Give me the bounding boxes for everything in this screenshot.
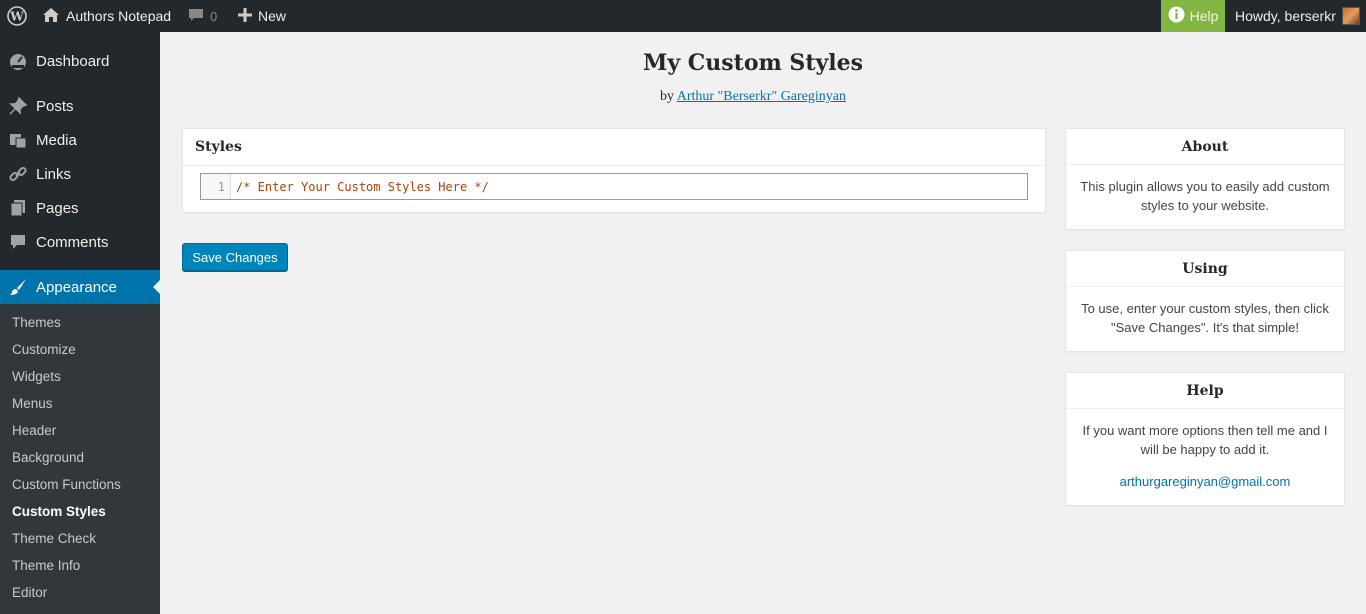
help-box-body: If you want more options then tell me an… bbox=[1066, 409, 1344, 491]
byline: by Arthur "Berserkr" Gareginyan bbox=[160, 89, 1346, 105]
sidebar-item-label: Dashboard bbox=[36, 52, 110, 70]
new-label: New bbox=[258, 8, 287, 24]
pin-icon bbox=[0, 97, 36, 115]
code-editor[interactable]: 1 /* Enter Your Custom Styles Here */ bbox=[200, 173, 1028, 200]
help-box: Help If you want more options then tell … bbox=[1065, 372, 1345, 506]
svg-text:W: W bbox=[9, 10, 24, 24]
comments-link[interactable]: 0 bbox=[188, 0, 217, 32]
admin-sidebar: Dashboard Posts Media Links Pages Commen… bbox=[0, 32, 160, 614]
about-box: About This plugin allows you to easily a… bbox=[1065, 128, 1345, 230]
sidebar-item-label: Appearance bbox=[36, 278, 117, 296]
sidebar-item-label: Links bbox=[36, 165, 72, 183]
sidebar-item-label: Pages bbox=[36, 199, 79, 217]
using-box-title: Using bbox=[1066, 251, 1344, 287]
comments-count: 0 bbox=[210, 8, 218, 24]
wordpress-logo-icon[interactable]: W bbox=[0, 0, 34, 32]
new-content-link[interactable]: New bbox=[238, 0, 286, 32]
comment-icon bbox=[0, 233, 36, 251]
account-menu[interactable]: Howdy, berserkr bbox=[1235, 0, 1360, 32]
sidebar-item-media[interactable]: Media bbox=[0, 123, 160, 157]
using-box: Using To use, enter your custom styles, … bbox=[1065, 250, 1345, 352]
styles-panel: Styles 1 /* Enter Your Custom Styles Her… bbox=[182, 128, 1046, 213]
byline-prefix: by bbox=[660, 89, 674, 104]
code-line[interactable]: /* Enter Your Custom Styles Here */ bbox=[231, 174, 1027, 199]
comment-icon bbox=[188, 7, 204, 26]
author-link[interactable]: Arthur "Berserkr" Gareginyan bbox=[677, 89, 846, 104]
submenu-item-menus[interactable]: Menus bbox=[12, 390, 53, 417]
email-link[interactable]: arthurgareginyan@gmail.com bbox=[1080, 472, 1330, 491]
submenu-item-theme-check[interactable]: Theme Check bbox=[12, 525, 96, 552]
save-changes-button[interactable]: Save Changes bbox=[182, 243, 288, 271]
submenu-item-background[interactable]: Background bbox=[12, 444, 84, 471]
using-box-text: To use, enter your custom styles, then c… bbox=[1081, 301, 1329, 335]
avatar bbox=[1341, 7, 1360, 25]
submenu-item-theme-info[interactable]: Theme Info bbox=[12, 552, 80, 579]
info-icon bbox=[1168, 6, 1185, 26]
submenu-item-custom-functions[interactable]: Custom Functions bbox=[12, 471, 121, 498]
sidebar-item-label: Media bbox=[36, 131, 77, 149]
line-number: 1 bbox=[201, 174, 231, 199]
link-icon bbox=[0, 165, 36, 183]
sidebar-item-pages[interactable]: Pages bbox=[0, 191, 160, 225]
page-title: My Custom Styles bbox=[642, 50, 864, 76]
sidebar-item-comments[interactable]: Comments bbox=[0, 225, 160, 259]
home-icon bbox=[42, 7, 60, 26]
submenu-item-header[interactable]: Header bbox=[12, 417, 56, 444]
sidebar-item-posts[interactable]: Posts bbox=[0, 89, 160, 123]
submenu-item-customize[interactable]: Customize bbox=[12, 336, 76, 363]
submenu-item-editor[interactable]: Editor bbox=[12, 579, 47, 606]
submenu-item-themes[interactable]: Themes bbox=[12, 309, 61, 336]
sidebar-item-label: Posts bbox=[36, 97, 74, 115]
admin-bar: W Authors Notepad 0 New Help Howdy, bers… bbox=[0, 0, 1366, 32]
sidebar-item-dashboard[interactable]: Dashboard bbox=[0, 44, 160, 78]
sidebar-item-label: Comments bbox=[36, 233, 109, 251]
help-button[interactable]: Help bbox=[1161, 0, 1225, 32]
about-box-title: About bbox=[1066, 129, 1344, 165]
howdy-text: Howdy, berserkr bbox=[1235, 8, 1336, 24]
site-name-link[interactable]: Authors Notepad bbox=[42, 0, 171, 32]
submenu-item-custom-styles[interactable]: Custom Styles bbox=[12, 498, 106, 525]
help-box-title: Help bbox=[1066, 373, 1344, 409]
site-name: Authors Notepad bbox=[66, 8, 172, 24]
media-icon bbox=[0, 131, 36, 149]
help-label: Help bbox=[1189, 8, 1219, 24]
styles-panel-title: Styles bbox=[183, 129, 1045, 166]
brush-icon bbox=[0, 278, 36, 296]
dashboard-icon bbox=[0, 52, 36, 70]
plus-icon bbox=[238, 7, 252, 25]
submenu-item-widgets[interactable]: Widgets bbox=[12, 363, 61, 390]
pages-icon bbox=[0, 199, 36, 217]
appearance-submenu: Themes Customize Widgets Menus Header Ba… bbox=[0, 304, 160, 614]
help-box-text: If you want more options then tell me an… bbox=[1082, 423, 1328, 457]
sidebar-item-links[interactable]: Links bbox=[0, 157, 160, 191]
about-box-text: This plugin allows you to easily add cus… bbox=[1080, 179, 1330, 213]
sidebar-item-appearance[interactable]: Appearance bbox=[0, 270, 160, 304]
